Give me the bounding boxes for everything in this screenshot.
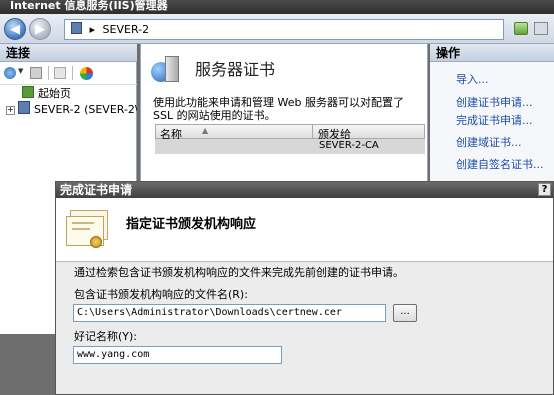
- back-button[interactable]: ◀: [4, 18, 26, 40]
- start-page-icon: [22, 86, 34, 98]
- dialog-heading: 指定证书颁发机构响应: [126, 217, 257, 232]
- help-button[interactable]: ?: [538, 183, 551, 196]
- address-box[interactable]: ▸ SEVER-2: [64, 19, 504, 40]
- window-title: Internet 信息服务(IIS)管理器: [0, 0, 554, 14]
- table-header: 名称 ▲ 颁发给: [155, 124, 425, 141]
- address-bar: ◀ ▶ ▸ SEVER-2: [0, 14, 554, 44]
- dropdown-arrow-icon[interactable]: ▼: [18, 67, 23, 75]
- dialog-title: 完成证书申请: [60, 183, 133, 197]
- address-server[interactable]: SEVER-2: [103, 23, 150, 36]
- connect-icon[interactable]: [4, 67, 16, 79]
- toolbar-divider: [72, 66, 73, 80]
- browse-button[interactable]: ...: [393, 304, 417, 322]
- stop-icon[interactable]: [534, 22, 548, 35]
- action-create-domain-cert[interactable]: 创建域证书...: [456, 134, 522, 150]
- globe-icon[interactable]: [80, 67, 93, 80]
- up-icon[interactable]: [54, 67, 66, 79]
- help-icon: ?: [541, 184, 548, 195]
- forward-button[interactable]: ▶: [29, 18, 51, 40]
- certificate-icon: [66, 208, 114, 252]
- table-row[interactable]: SEVER-2-CA: [155, 139, 425, 154]
- connections-toolbar: ▼: [0, 63, 137, 85]
- certificate-server-icon: [151, 56, 181, 84]
- back-arrow-icon: ◀: [10, 22, 20, 37]
- action-create-request[interactable]: 创建证书申请...: [456, 94, 533, 110]
- page-description: 使用此功能来申请和管理 Web 服务器可以对配置了 SSL 的网站使用的证书。: [153, 96, 404, 122]
- cell-issued-to: SEVER-2-CA: [319, 140, 379, 151]
- tree-item-server[interactable]: + SEVER-2 (SEVER-2\A: [6, 101, 137, 117]
- connections-header: 连接: [0, 44, 137, 62]
- complete-certificate-request-dialog: 完成证书申请 ? 指定证书颁发机构响应 通过检索包含证书颁发机构响应的文件来完成…: [55, 181, 554, 395]
- action-create-self-signed[interactable]: 创建自签名证书...: [456, 156, 544, 172]
- refresh-icon[interactable]: [514, 22, 528, 35]
- forward-arrow-icon: ▶: [35, 22, 45, 37]
- page-title: 服务器证书: [195, 60, 276, 79]
- address-separator: ▸: [89, 23, 96, 36]
- expand-icon[interactable]: +: [6, 106, 15, 115]
- actions-header: 操作: [430, 44, 554, 62]
- save-icon[interactable]: [30, 67, 42, 79]
- tree-item-start-page[interactable]: 起始页: [22, 86, 71, 102]
- dialog-header: 指定证书颁发机构响应: [56, 198, 553, 262]
- tree-item-label: 起始页: [38, 87, 71, 100]
- sort-ascending-icon: ▲: [202, 126, 209, 135]
- file-name-field[interactable]: C:\Users\Administrator\Downloads\certnew…: [73, 304, 386, 322]
- action-import[interactable]: 导入...: [456, 71, 489, 87]
- tree-item-label: SEVER-2 (SEVER-2\A: [34, 103, 137, 116]
- file-name-label: 包含证书颁发机构响应的文件名(R):: [74, 288, 248, 301]
- toolbar-divider: [48, 66, 49, 80]
- instruction-text: 通过检索包含证书颁发机构响应的文件来完成先前创建的证书申请。: [74, 266, 404, 279]
- column-divider: [312, 125, 313, 139]
- server-icon: [71, 22, 82, 34]
- friendly-name-label: 好记名称(Y):: [74, 330, 138, 343]
- server-icon: [18, 101, 30, 114]
- dialog-title-bar: 完成证书申请 ?: [56, 182, 553, 198]
- friendly-name-field[interactable]: www.yang.com: [73, 346, 282, 364]
- action-complete-request[interactable]: 完成证书申请...: [456, 112, 533, 128]
